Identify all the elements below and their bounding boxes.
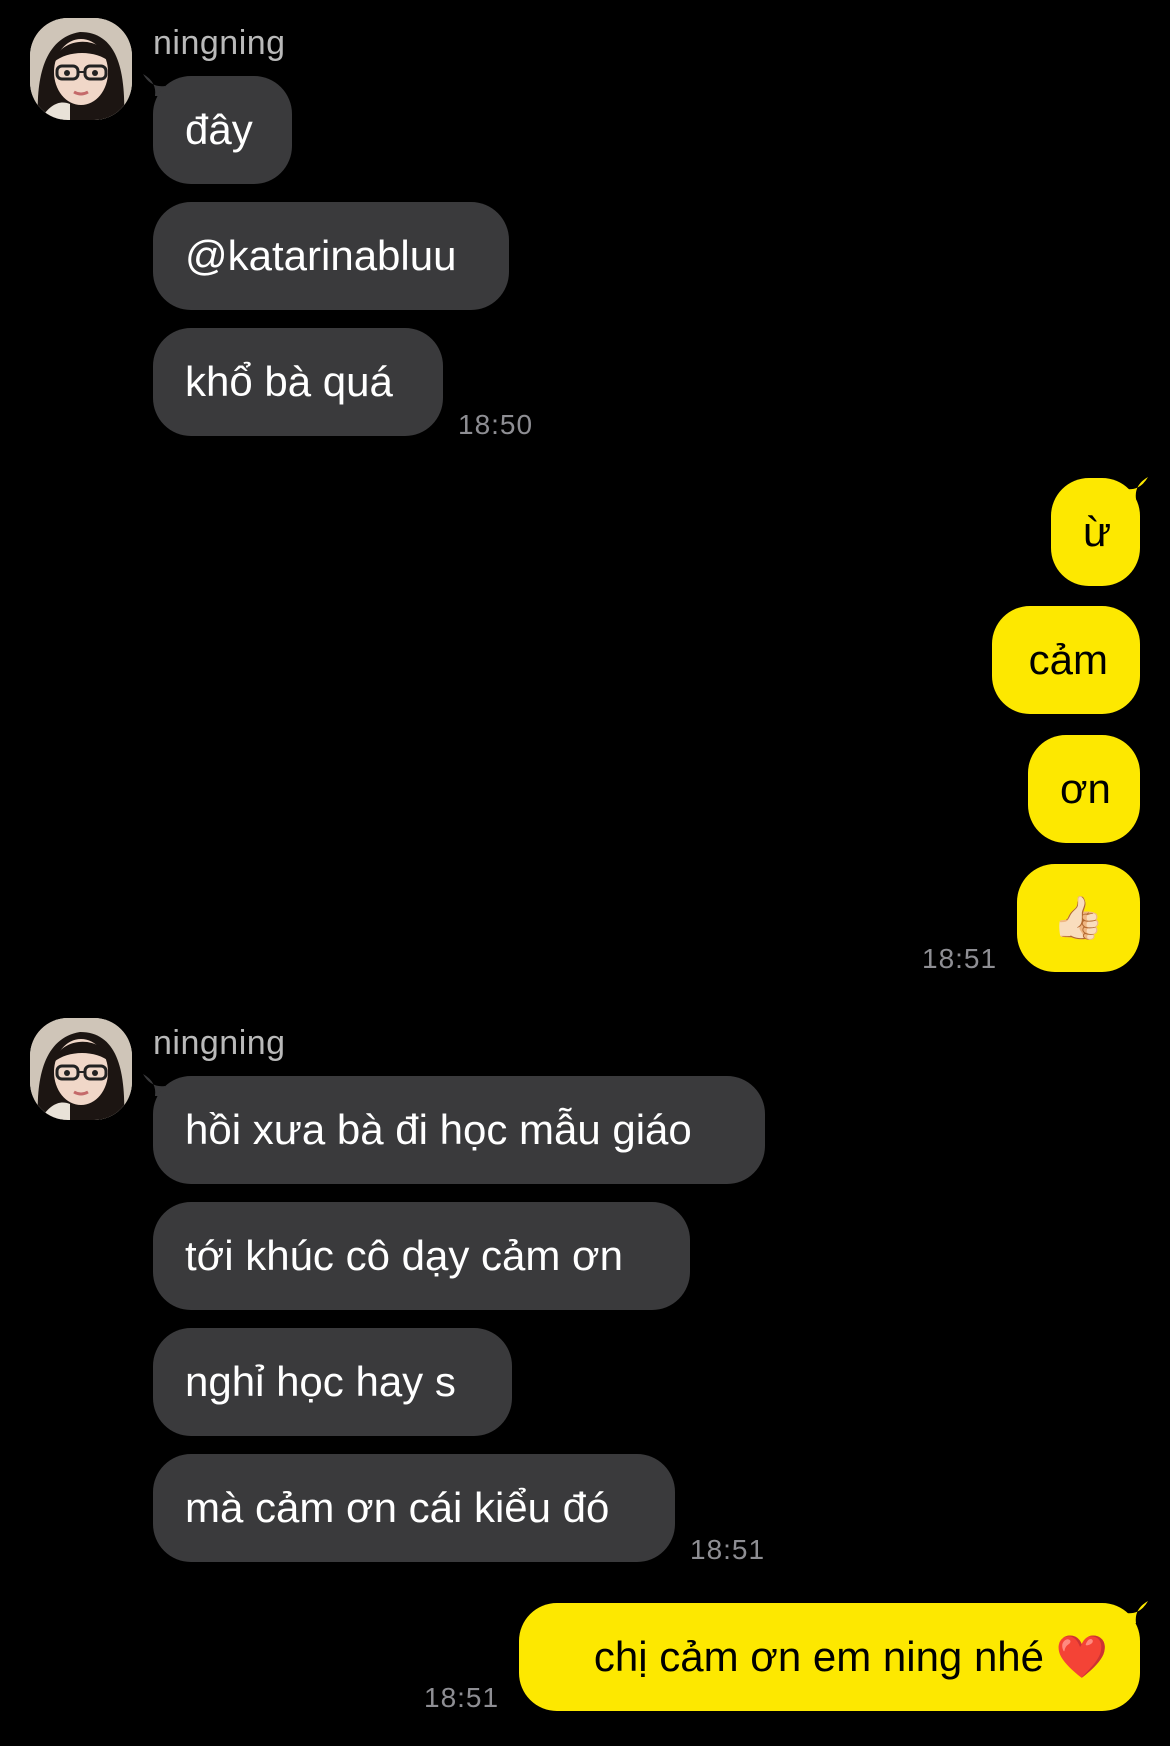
profile-photo-icon bbox=[30, 18, 132, 120]
sender-avatar[interactable] bbox=[30, 1018, 132, 1120]
outgoing-emoji-bubble[interactable]: 👍🏻 bbox=[1017, 864, 1140, 972]
incoming-message-bubble[interactable]: nghỉ học hay s bbox=[153, 1328, 512, 1436]
sender-name: ningning bbox=[153, 24, 286, 62]
incoming-message-bubble[interactable]: @katarinabluu bbox=[153, 202, 509, 310]
outgoing-message-bubble[interactable]: chị cảm ơn em ning nhé ❤️ bbox=[519, 1603, 1140, 1711]
incoming-message-bubble[interactable]: mà cảm ơn cái kiểu đó bbox=[153, 1454, 675, 1562]
sender-name: ningning bbox=[153, 1024, 286, 1062]
incoming-message-bubble[interactable]: tới khúc cô dạy cảm ơn bbox=[153, 1202, 690, 1310]
profile-photo-icon bbox=[30, 1018, 132, 1120]
message-timestamp: 18:50 bbox=[458, 409, 534, 440]
outgoing-message-bubble[interactable]: cảm bbox=[992, 606, 1140, 714]
message-timestamp: 18:51 bbox=[424, 1682, 500, 1713]
message-timestamp: 18:51 bbox=[922, 943, 998, 974]
outgoing-message-bubble[interactable]: ừ bbox=[1051, 478, 1140, 586]
message-timestamp: 18:51 bbox=[690, 1534, 766, 1565]
incoming-message-bubble[interactable]: khổ bà quá bbox=[153, 328, 443, 436]
outgoing-message-bubble[interactable]: ơn bbox=[1028, 735, 1140, 843]
sender-avatar[interactable] bbox=[30, 18, 132, 120]
incoming-message-bubble[interactable]: hồi xưa bà đi học mẫu giáo bbox=[153, 1076, 765, 1184]
incoming-message-bubble[interactable]: đây bbox=[153, 76, 292, 184]
